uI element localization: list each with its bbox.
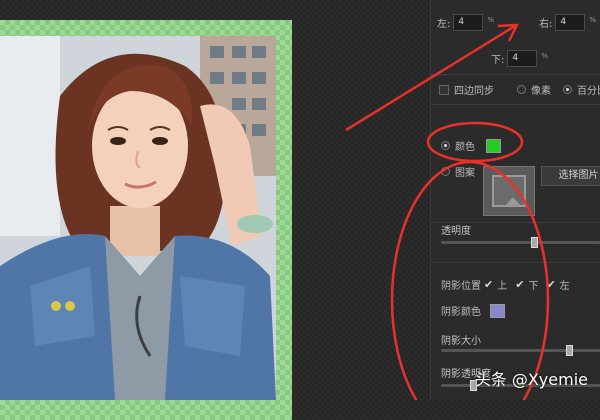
divider [431, 74, 600, 75]
watermark: 头条 @Xyemie [474, 370, 588, 389]
shadow-top-check-icon[interactable]: ✔ [484, 278, 493, 291]
pattern-radio[interactable] [441, 167, 450, 176]
bottom-margin-label: 下: [491, 55, 505, 66]
left-margin-input[interactable]: 4 [453, 14, 484, 31]
divider [431, 262, 600, 263]
canvas-area [0, 0, 430, 420]
bottom-margin-row: 下: 4 % [491, 50, 548, 67]
shadow-left-check-icon[interactable]: ✔ [546, 278, 555, 291]
bottom-margin-input[interactable]: 4 [507, 50, 538, 67]
left-margin-unit: % [487, 15, 495, 24]
pixel-label: 像素 [531, 86, 551, 97]
percent-option[interactable]: 百分比 [563, 82, 600, 97]
shadow-bottom-check-icon[interactable]: ✔ [515, 278, 524, 291]
shadow-top-label: 上 [497, 281, 508, 292]
pattern-preview[interactable] [483, 166, 535, 216]
image-placeholder-icon [492, 175, 526, 207]
border-settings-panel: 左: 4 % 右: 4 % 下: 4 % 四边同步 像素 百分比 颜色 图案 [430, 0, 600, 400]
left-margin-label: 左: [437, 19, 451, 30]
shadow-size-label: 阴影大小 [441, 336, 481, 347]
right-margin-row: 右: 4 % [539, 14, 596, 31]
shadow-color-row: 阴影颜色 [441, 303, 505, 318]
color-radio[interactable] [441, 141, 450, 150]
sync-label: 四边同步 [454, 86, 494, 97]
photo-preview [0, 36, 276, 400]
opacity-slider[interactable] [441, 237, 600, 248]
select-image-button[interactable]: 选择图片 [541, 166, 600, 186]
bottom-margin-unit: % [541, 51, 549, 60]
color-label: 颜色 [455, 142, 475, 153]
percent-label: 百分比 [577, 86, 600, 97]
percent-radio[interactable] [563, 85, 572, 94]
divider [431, 104, 600, 105]
pattern-option[interactable]: 图案 [441, 164, 475, 179]
border-color-swatch[interactable] [486, 138, 501, 153]
opacity-slider-thumb[interactable] [530, 237, 538, 248]
shadow-bottom-label: 下 [528, 281, 539, 292]
shadow-left-label: 左 [559, 281, 570, 292]
sync-checkbox[interactable] [439, 84, 449, 95]
pixel-radio[interactable] [517, 85, 526, 94]
color-option[interactable]: 颜色 [441, 138, 501, 153]
pattern-label: 图案 [455, 168, 475, 179]
shadow-position-label: 阴影位置 [441, 281, 481, 292]
portrait-photo [0, 36, 276, 400]
shadow-size-slider[interactable] [441, 345, 600, 356]
right-margin-input[interactable]: 4 [555, 14, 586, 31]
shadow-color-label: 阴影颜色 [441, 307, 481, 318]
right-margin-label: 右: [539, 19, 553, 30]
opacity-label: 透明度 [441, 226, 471, 237]
left-margin-row: 左: 4 % [437, 14, 494, 31]
pixel-option[interactable]: 像素 [517, 82, 551, 97]
shadow-position-row: 阴影位置 ✔ 上 ✔ 下 ✔ 左 [441, 277, 570, 292]
right-margin-unit: % [589, 15, 597, 24]
sync-option[interactable]: 四边同步 [439, 82, 494, 97]
shadow-color-swatch[interactable] [490, 303, 505, 318]
shadow-size-slider-thumb[interactable] [566, 345, 573, 356]
